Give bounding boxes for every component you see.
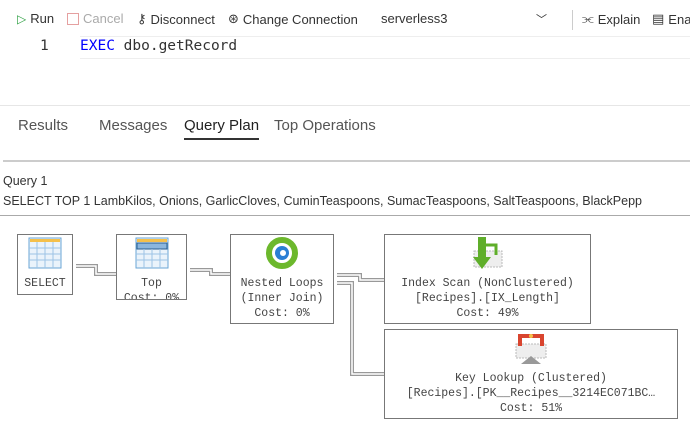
arrow-key-nested: [337, 281, 384, 376]
nested-loops-icon: [266, 237, 298, 269]
plan-node-key-lookup[interactable]: Key Lookup (Clustered) [Recipes].[PK__Re…: [384, 329, 678, 419]
plan-node-select[interactable]: SELECT: [17, 234, 73, 295]
top-table-icon: [135, 237, 168, 269]
plan-node-top[interactable]: Top Cost: 0%: [116, 234, 187, 300]
plan-node-index-scan[interactable]: Index Scan (NonClustered) [Recipes].[IX_…: [384, 234, 591, 324]
plan-node-nested-loops[interactable]: Nested Loops (Inner Join) Cost: 0%: [230, 234, 334, 324]
key-lookup-icon: [515, 334, 547, 364]
table-icon: [28, 237, 62, 269]
index-scan-icon: [472, 237, 502, 269]
